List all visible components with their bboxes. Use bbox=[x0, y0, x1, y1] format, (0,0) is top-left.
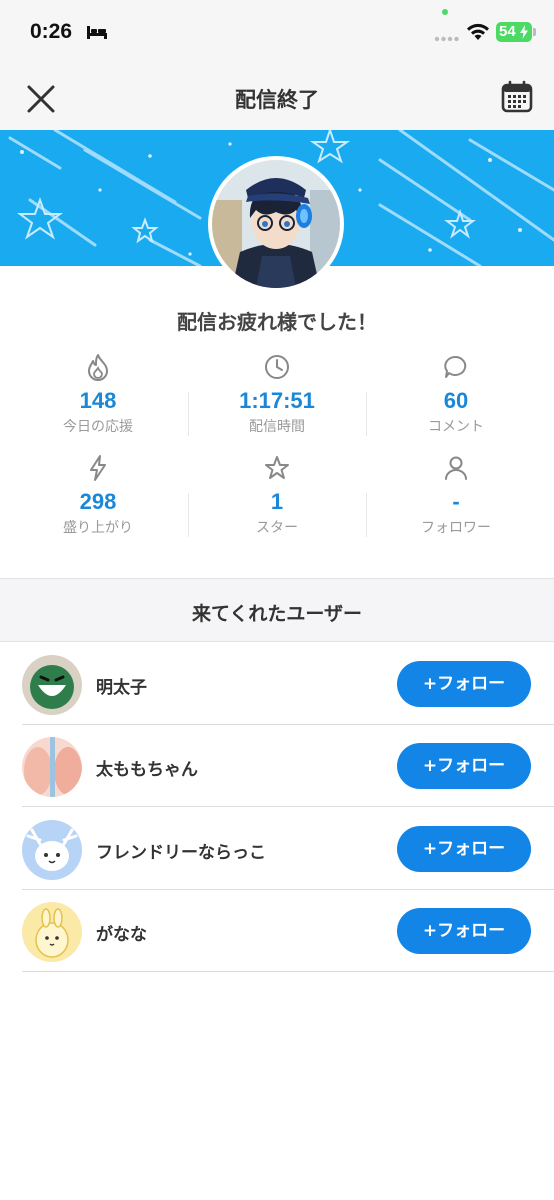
avatar[interactable] bbox=[22, 655, 82, 715]
comment-bubble-icon bbox=[444, 355, 467, 378]
stat-stars: 1 スター bbox=[187, 453, 367, 537]
signal-icon bbox=[434, 36, 459, 42]
stat-label: 今日の応援 bbox=[63, 419, 133, 435]
status-time: 0:26 bbox=[30, 20, 73, 43]
stat-value: 148 bbox=[79, 388, 117, 413]
person-icon bbox=[445, 456, 467, 480]
stat-label: 配信時間 bbox=[249, 419, 305, 435]
avatar[interactable] bbox=[22, 820, 82, 880]
camera-indicator bbox=[442, 9, 448, 15]
list-item[interactable]: がなな +フォロー bbox=[22, 890, 554, 972]
page-title: 配信終了 bbox=[235, 88, 319, 112]
stat-comments: 60 コメント bbox=[366, 352, 546, 436]
calendar-icon[interactable] bbox=[500, 80, 534, 114]
streamer-avatar bbox=[208, 156, 344, 292]
user-name: 太ももちゃん bbox=[96, 760, 198, 780]
avatar[interactable] bbox=[22, 902, 82, 962]
user-name: フレンドリーならっこ bbox=[96, 843, 266, 863]
stat-label: 盛り上がり bbox=[63, 520, 133, 536]
status-bar: 0:26 54 bbox=[0, 0, 554, 66]
stat-followers: - フォロワー bbox=[366, 453, 546, 537]
sleep-focus-icon bbox=[87, 26, 107, 39]
charging-bolt-icon bbox=[520, 25, 528, 39]
stat-value: 1 bbox=[270, 489, 284, 514]
list-item[interactable]: フレンドリーならっこ +フォロー bbox=[22, 808, 554, 890]
list-item[interactable]: 明太子 +フォロー bbox=[22, 643, 554, 725]
visitors-section-header: 来てくれたユーザー bbox=[0, 578, 554, 642]
stat-label: フォロワー bbox=[421, 520, 491, 536]
clock-icon bbox=[265, 355, 289, 379]
stat-value: 1:17:51 bbox=[239, 388, 315, 413]
stat-value: 60 bbox=[443, 388, 469, 413]
follow-button[interactable]: +フォロー bbox=[397, 661, 531, 707]
follow-button[interactable]: +フォロー bbox=[397, 826, 531, 872]
stat-label: コメント bbox=[428, 419, 484, 435]
user-name: がなな bbox=[96, 925, 147, 945]
navigation-bar: 配信終了 bbox=[0, 66, 554, 130]
stat-daily-support: 148 今日の応援 bbox=[8, 352, 188, 436]
avatar-illustration bbox=[212, 160, 340, 288]
wifi-icon bbox=[467, 23, 489, 40]
section-title: 来てくれたユーザー bbox=[191, 603, 363, 625]
stat-value: - bbox=[452, 489, 460, 514]
stat-stream-time: 1:17:51 配信時間 bbox=[187, 352, 367, 436]
battery-indicator: 54 bbox=[496, 22, 536, 42]
stat-excitement: 298 盛り上がり bbox=[8, 453, 188, 537]
avatar[interactable] bbox=[22, 737, 82, 797]
stat-label: スター bbox=[256, 520, 298, 536]
user-name: 明太子 bbox=[96, 678, 147, 698]
flame-icon bbox=[88, 354, 108, 381]
star-icon bbox=[265, 456, 289, 479]
lightning-icon bbox=[90, 455, 106, 481]
stat-value: 298 bbox=[79, 489, 117, 514]
list-item[interactable]: 太ももちゃん +フォロー bbox=[22, 725, 554, 807]
battery-level: 54 bbox=[499, 23, 516, 40]
greeting-message: 配信お疲れ様でした！ bbox=[177, 310, 377, 334]
follow-button[interactable]: +フォロー bbox=[397, 743, 531, 789]
follow-button[interactable]: +フォロー bbox=[397, 908, 531, 954]
